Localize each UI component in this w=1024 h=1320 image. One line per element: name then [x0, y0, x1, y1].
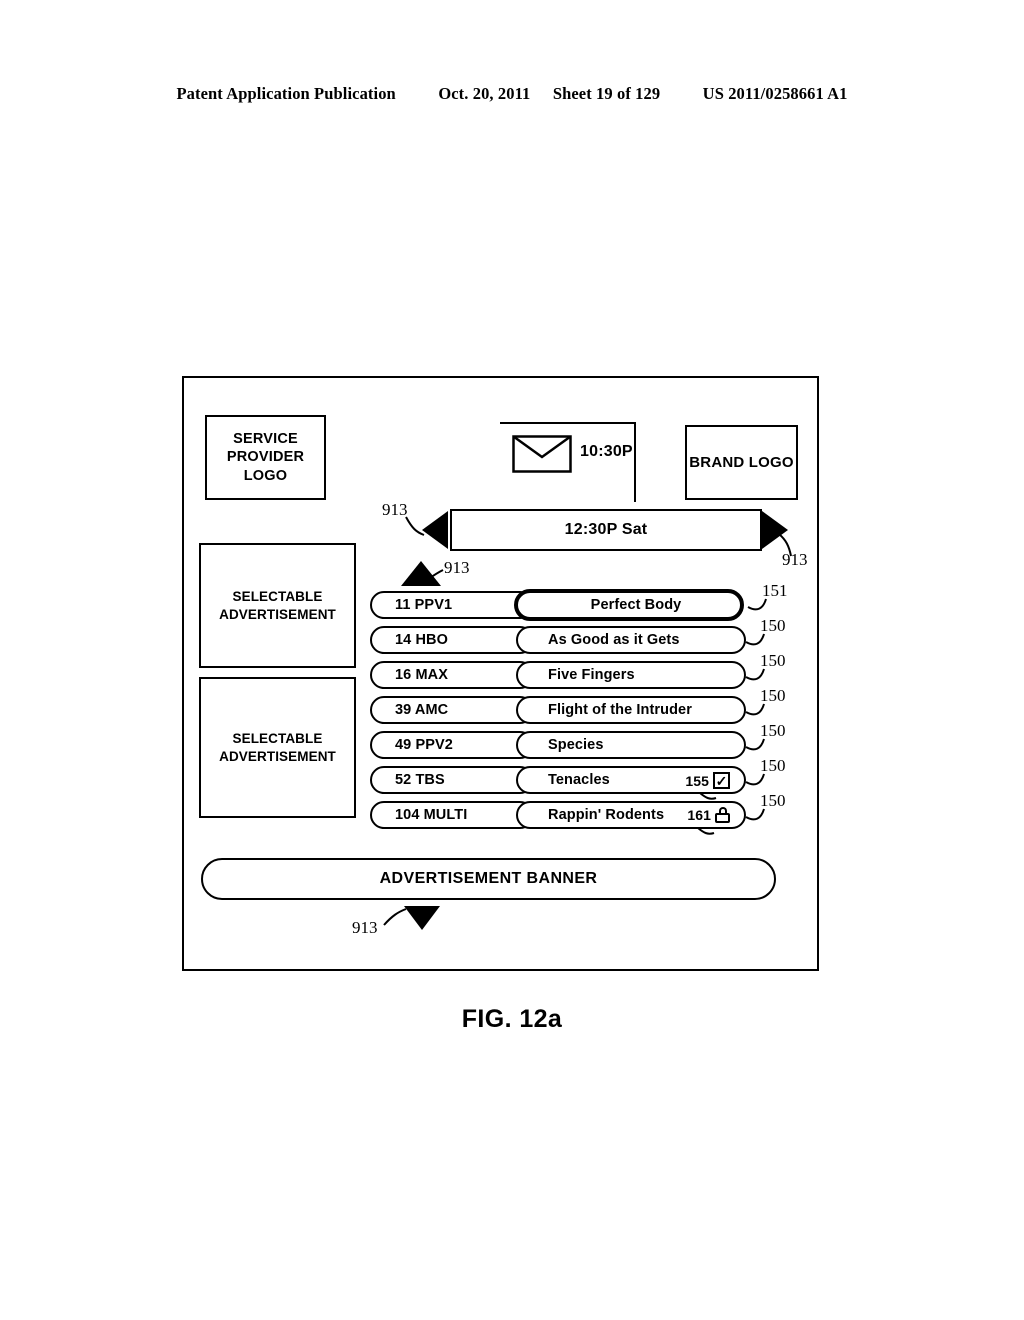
program-badge: 155 ✓ — [685, 772, 730, 789]
channel-pill[interactable]: 49 PPV2 — [370, 731, 534, 759]
program-label: Perfect Body — [590, 597, 682, 613]
callout-row-reference: 150 — [760, 616, 786, 635]
callout-row-reference: 150 — [760, 686, 786, 705]
channel-pill[interactable]: 16 MAX — [370, 661, 534, 689]
program-badge: 161 — [687, 807, 730, 823]
callout-row-reference: 150 — [760, 651, 786, 670]
program-pill[interactable]: Tenacles 155 ✓ — [516, 766, 746, 794]
program-label: Species — [548, 737, 604, 753]
callout-row-reference: 150 — [760, 791, 786, 810]
program-pill[interactable]: Flight of the Intruder — [516, 696, 746, 724]
badge-reference-number: 155 — [685, 772, 709, 789]
program-pill[interactable]: Species — [516, 731, 746, 759]
figure-caption: FIG. 12a — [461, 1005, 563, 1033]
program-pill[interactable]: Five Fingers — [516, 661, 746, 689]
program-pill[interactable]: As Good as it Gets — [516, 626, 746, 654]
program-label: Flight of the Intruder — [548, 702, 692, 718]
channel-pill[interactable]: 39 AMC — [370, 696, 534, 724]
badge-reference-number: 161 — [687, 807, 711, 823]
callout-913-prev: 913 — [382, 500, 408, 519]
callout-row-reference: 150 — [760, 721, 786, 740]
callout-row-reference: 150 — [760, 756, 786, 775]
channel-pill[interactable]: 104 MULTI — [370, 801, 534, 829]
channel-label: 16 MAX — [395, 667, 448, 683]
callout-913-up: 913 — [444, 558, 470, 577]
padlock-body — [715, 813, 730, 823]
callout-913-next: 913 — [782, 550, 808, 569]
checkbox-checked-icon[interactable]: ✓ — [713, 772, 730, 789]
padlock-icon[interactable] — [715, 807, 730, 823]
program-label: As Good as it Gets — [548, 632, 680, 648]
callout-913-down: 913 — [352, 918, 378, 937]
channel-label: 52 TBS — [395, 772, 445, 788]
program-label: Tenacles — [548, 772, 610, 788]
channel-label: 39 AMC — [395, 702, 449, 718]
program-label: Rappin' Rodents — [548, 807, 665, 823]
channel-label: 49 PPV2 — [395, 737, 453, 753]
channel-pill[interactable]: 52 TBS — [370, 766, 534, 794]
channel-label: 104 MULTI — [395, 807, 468, 823]
channel-label: 11 PPV1 — [395, 597, 453, 613]
channel-pill[interactable]: 11 PPV1 — [370, 591, 534, 619]
channel-pill[interactable]: 14 HBO — [370, 626, 534, 654]
callout-leader-lines — [383, 516, 792, 926]
channel-label: 14 HBO — [395, 632, 448, 648]
program-label: Five Fingers — [548, 667, 635, 683]
program-pill-selected[interactable]: Perfect Body — [514, 589, 744, 621]
callout-row-reference: 151 — [762, 581, 788, 600]
program-pill[interactable]: Rappin' Rodents 161 — [516, 801, 746, 829]
